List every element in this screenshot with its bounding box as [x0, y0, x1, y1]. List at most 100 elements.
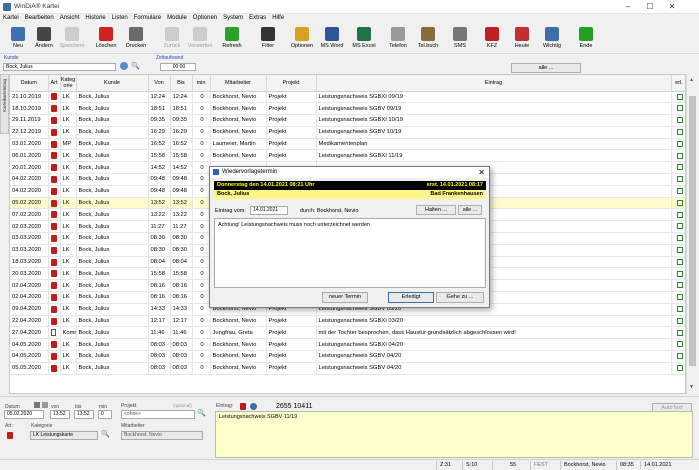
- grid-scrollbar[interactable]: ▲ ▼: [686, 74, 698, 394]
- column-header[interactable]: erl.: [671, 75, 685, 92]
- menu-module[interactable]: Module: [164, 14, 190, 21]
- column-header[interactable]: Projekt: [266, 75, 317, 92]
- projekt-search-icon[interactable]: 🔍: [197, 409, 206, 417]
- telefon-button[interactable]: Telefon: [384, 25, 412, 53]
- sms-button[interactable]: SMS: [446, 25, 474, 53]
- eintrag-vom-field[interactable]: 14.01.2021: [250, 206, 288, 215]
- ms-excel-button[interactable]: MS Excel: [350, 25, 378, 53]
- table-row[interactable]: 22.04.2020 LK Bock, Julius 12:17 12:17 0 Bockh…: [10, 315, 685, 328]
- column-header[interactable]: Kunde: [76, 75, 149, 92]
- dialog-message[interactable]: Achtung! Leistungsnachweis muss noch unt…: [214, 218, 486, 288]
- copy-icon[interactable]: [42, 402, 48, 408]
- menu-extras[interactable]: Extras: [246, 14, 269, 21]
- ende-button[interactable]: Ende: [572, 25, 600, 53]
- menu-bearbeiten[interactable]: Bearbeiten: [22, 14, 57, 21]
- done-checkbox[interactable]: [677, 199, 683, 206]
- zurück-button[interactable]: Zurück: [158, 25, 186, 53]
- neuer-termin-button[interactable]: neuer Termin: [322, 292, 368, 303]
- done-checkbox[interactable]: [677, 317, 683, 324]
- table-row[interactable]: 03.01.2020 MP Bock, Julius 16:52 16:52 0 Laume…: [10, 138, 685, 151]
- table-row[interactable]: 04.05.2020 LK Bock, Julius 08:03 08:03 0 Bockh…: [10, 338, 685, 352]
- done-checkbox[interactable]: [677, 270, 683, 277]
- filter-button[interactable]: Filter: [254, 25, 282, 53]
- optionen-button[interactable]: Optionen: [288, 25, 316, 53]
- datum-field[interactable]: 05.02.2020: [4, 410, 44, 419]
- done-checkbox[interactable]: [677, 117, 683, 124]
- done-checkbox[interactable]: [677, 258, 683, 265]
- menu-optionen[interactable]: Optionen: [190, 14, 220, 21]
- menu-formulare[interactable]: Formulare: [131, 14, 164, 21]
- zeitaufwand-input[interactable]: 00:00: [160, 63, 196, 71]
- table-row[interactable]: 18.10.2019 LK Bock, Julius 18:51 18:51 0 Bockh…: [10, 102, 685, 116]
- column-header[interactable]: min: [192, 75, 211, 92]
- done-checkbox[interactable]: [677, 176, 683, 183]
- maximize-button[interactable]: ☐: [640, 1, 660, 13]
- column-header[interactable]: Datum: [10, 75, 49, 92]
- column-header[interactable]: Bis: [170, 75, 193, 92]
- column-header[interactable]: Kateg orie: [60, 75, 77, 92]
- done-checkbox[interactable]: [677, 353, 683, 360]
- mitarbeiter-select[interactable]: Bockhorst, Nevio: [121, 431, 203, 440]
- ms-word-button[interactable]: MS Word: [318, 25, 346, 53]
- halten-button[interactable]: Halten ...: [416, 205, 456, 215]
- done-checkbox[interactable]: [677, 105, 683, 112]
- done-checkbox[interactable]: [677, 282, 683, 289]
- menu-ansicht[interactable]: Ansicht: [57, 14, 83, 21]
- menu-hilfe[interactable]: Hilfe: [269, 14, 287, 21]
- min-field[interactable]: 0: [98, 410, 112, 419]
- menu-listen[interactable]: Listen: [109, 14, 131, 21]
- done-checkbox[interactable]: [677, 93, 683, 100]
- table-row[interactable]: 21.10.2019 LK Bock, Julius 12:24 12:24 0 Bockh…: [10, 91, 685, 104]
- kfz-button[interactable]: KFZ: [478, 25, 506, 53]
- people-icon[interactable]: [120, 62, 128, 70]
- done-checkbox[interactable]: [677, 235, 683, 242]
- table-row[interactable]: 22.12.2019 LK Bock, Julius 16:29 16:29 0 Bockh…: [10, 126, 685, 139]
- done-checkbox[interactable]: [677, 341, 683, 348]
- scroll-thumb[interactable]: [689, 96, 696, 366]
- table-row[interactable]: 29.11.2019 LK Bock, Julius 09:35 09:35 0 Bockh…: [10, 114, 685, 127]
- drucken-button[interactable]: Drucken: [122, 25, 150, 53]
- kategorie-select[interactable]: LK Leistungskarte: [30, 431, 98, 440]
- table-row[interactable]: 27.04.2020KommBock, Julius11:4611:460Jun…: [10, 326, 685, 340]
- column-header[interactable]: Mitarbeiter: [210, 75, 267, 92]
- done-checkbox[interactable]: [677, 294, 683, 301]
- done-checkbox[interactable]: [677, 246, 683, 253]
- bis-field[interactable]: 13:52: [74, 410, 94, 419]
- scroll-up-icon[interactable]: ▲: [689, 77, 694, 83]
- done-checkbox[interactable]: [677, 129, 683, 136]
- done-checkbox[interactable]: [677, 152, 683, 159]
- erledigt-button[interactable]: Erledigt: [388, 292, 434, 303]
- done-checkbox[interactable]: [677, 329, 683, 336]
- menu-system[interactable]: System: [220, 14, 246, 21]
- tel-buch-button[interactable]: Tel.buch: [414, 25, 442, 53]
- löschen-button[interactable]: Löschen: [92, 25, 120, 53]
- search-icon[interactable]: 🔍: [131, 62, 140, 70]
- table-row[interactable]: 04.05.2020 LK Bock, Julius 08:03 08:03 0 Bockh…: [10, 350, 685, 363]
- done-checkbox[interactable]: [677, 364, 683, 371]
- eintrag-pdf-icon[interactable]: [240, 403, 246, 410]
- done-checkbox[interactable]: [677, 188, 683, 194]
- sidebar-tab[interactable]: Karteikarteintrag: [0, 74, 9, 134]
- dialog-close-icon[interactable]: ✕: [478, 167, 485, 178]
- link-icon[interactable]: [250, 403, 257, 410]
- heute-button[interactable]: Heute: [508, 25, 536, 53]
- minimize-button[interactable]: –: [618, 1, 638, 13]
- menu-historie[interactable]: Historie: [82, 14, 108, 21]
- table-row[interactable]: 05.05.2020 LK Bock, Julius 08:03 08:03 0 Bockh…: [10, 362, 685, 375]
- neu-button[interactable]: Neu: [4, 25, 32, 53]
- menu-kartei[interactable]: Kartei: [0, 14, 22, 21]
- done-checkbox[interactable]: [677, 164, 683, 171]
- column-header[interactable]: Art: [48, 75, 61, 92]
- done-checkbox[interactable]: [677, 305, 683, 312]
- alle-button[interactable]: alle ...: [511, 63, 581, 73]
- done-checkbox[interactable]: [677, 211, 683, 218]
- column-header[interactable]: Von: [148, 75, 171, 92]
- gehe-zu-button[interactable]: Gehe zu ...: [436, 292, 484, 303]
- column-header[interactable]: Eintrag: [316, 75, 672, 92]
- calendar-icon[interactable]: [34, 402, 40, 408]
- eintrag-text[interactable]: Leistungsnachweis SGBV 11/19: [215, 411, 693, 458]
- scroll-down-icon[interactable]: ▼: [689, 384, 694, 390]
- refresh-button[interactable]: Refresh: [218, 25, 246, 53]
- dialog-alle-button[interactable]: alle ...: [458, 205, 482, 215]
- done-checkbox[interactable]: [677, 140, 683, 147]
